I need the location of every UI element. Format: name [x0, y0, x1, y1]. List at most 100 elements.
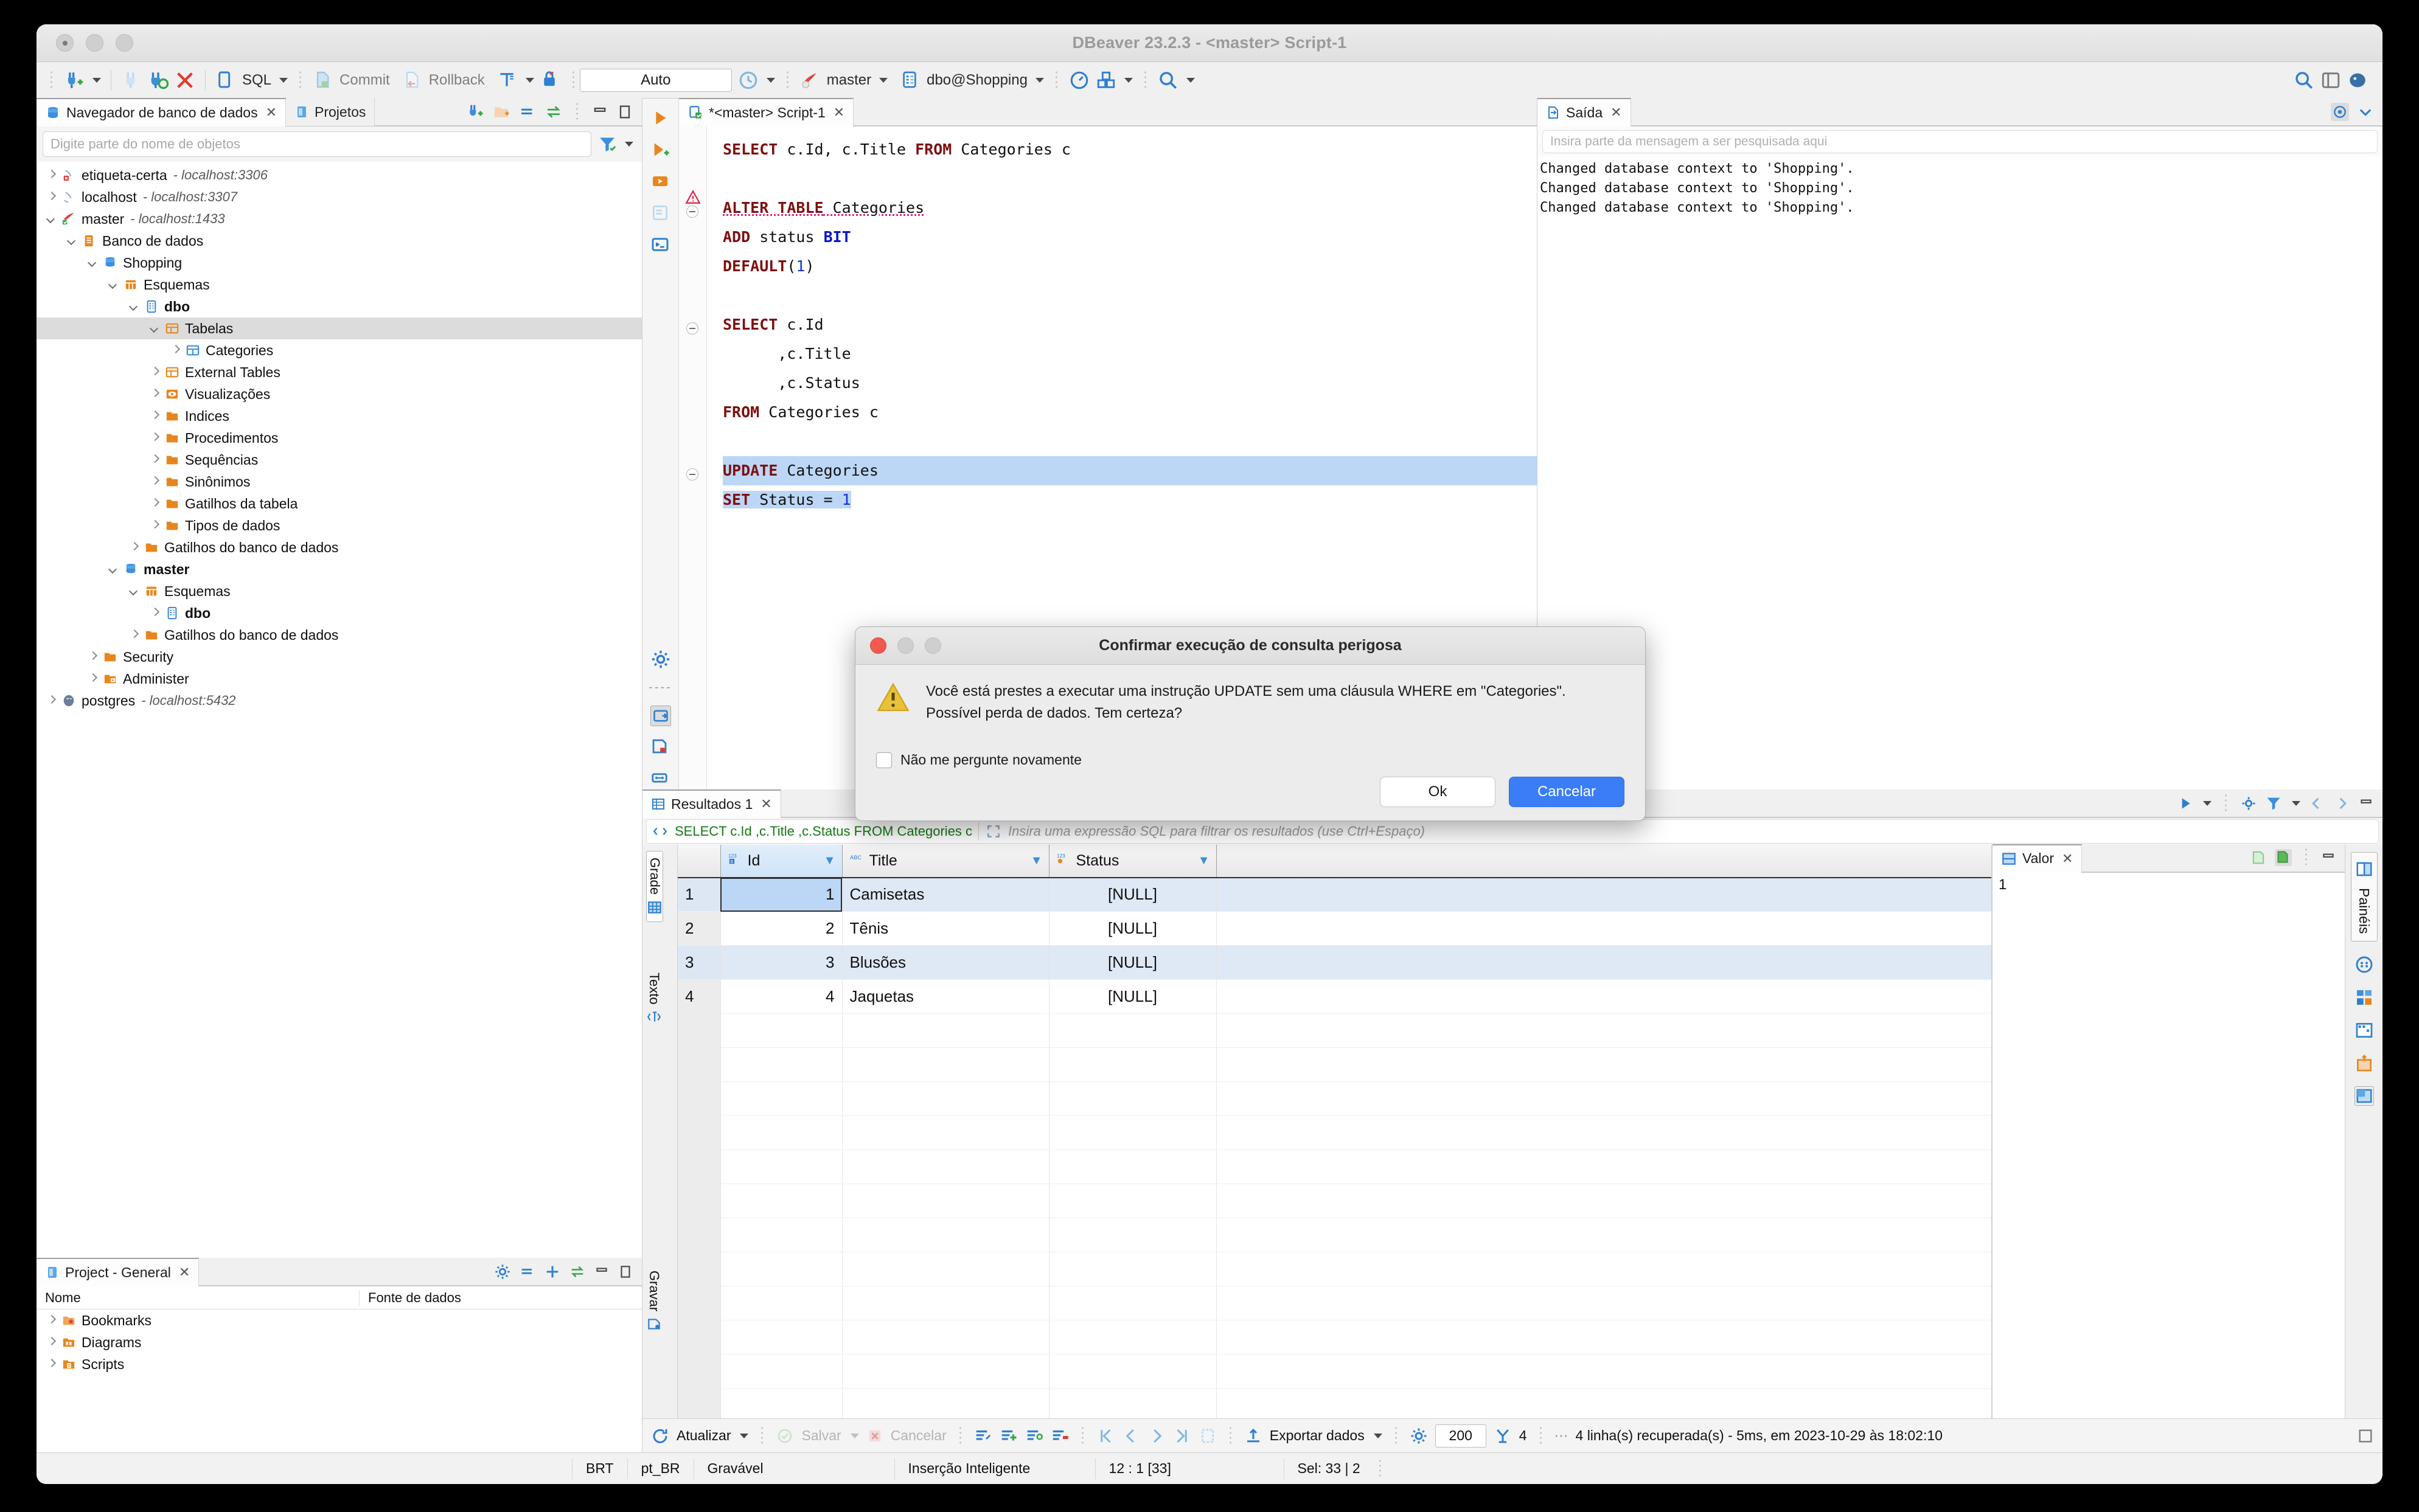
chevron-down-icon[interactable]	[86, 257, 99, 269]
close-icon[interactable]: ✕	[834, 105, 844, 120]
tree-node[interactable]: Categories	[37, 339, 642, 361]
cell-title[interactable]: Blusões	[842, 945, 1049, 980]
next-row-icon[interactable]	[1147, 1427, 1166, 1445]
tree-node[interactable]: postgres - localhost:5432	[37, 690, 642, 712]
sql-text-icon[interactable]	[652, 824, 669, 839]
tab-project-general[interactable]: Project - General ✕	[37, 1258, 200, 1286]
project-row[interactable]: Scripts	[37, 1353, 642, 1375]
cell-status[interactable]: [NULL]	[1049, 979, 1217, 1014]
project-row[interactable]: Diagrams	[37, 1331, 642, 1353]
chevron-down-icon[interactable]	[128, 300, 140, 313]
active-connection-label[interactable]: master	[827, 72, 871, 89]
new-folder-icon[interactable]	[492, 103, 510, 121]
output-visibility-icon[interactable]	[2331, 102, 2349, 121]
refresh-dropdown-icon[interactable]	[740, 1433, 749, 1438]
sql-menu-label[interactable]: SQL	[242, 72, 271, 89]
grid-column-header[interactable]: 123 9 Id ▼	[720, 844, 843, 878]
tree-node[interactable]: Security	[37, 646, 642, 668]
minimize-panel-icon[interactable]	[2320, 850, 2336, 865]
collapse-all-icon[interactable]	[519, 1263, 536, 1280]
cancel-button[interactable]: Cancelar	[1509, 777, 1624, 807]
transaction-log-icon[interactable]	[738, 70, 759, 91]
play-results-icon[interactable]	[2177, 796, 2193, 811]
code-line[interactable]: SELECT c.Id	[723, 310, 1537, 339]
minimize-panel-icon[interactable]	[2358, 796, 2374, 811]
refresh-button-label[interactable]: Atualizar	[677, 1427, 731, 1444]
chevron-right-icon[interactable]	[148, 454, 161, 466]
dbeaver-logo-icon[interactable]	[2347, 70, 2368, 91]
chevron-right-icon[interactable]	[169, 344, 181, 356]
chevron-right-icon[interactable]	[45, 695, 57, 707]
calc-panel-icon[interactable]	[2355, 988, 2374, 1007]
code-line[interactable]	[723, 281, 1537, 310]
collapse-all-icon[interactable]	[518, 103, 537, 121]
chevron-right-icon[interactable]	[148, 607, 161, 619]
code-line[interactable]: DEFAULT(1)	[723, 252, 1537, 281]
code-line[interactable]	[723, 164, 1537, 193]
chevron-right-icon[interactable]	[148, 519, 161, 532]
maximize-panel-icon[interactable]	[618, 1264, 633, 1280]
perspective-icon[interactable]	[2320, 70, 2341, 91]
connection-dropdown-icon[interactable]	[879, 77, 888, 83]
tree-node[interactable]: localhost - localhost:3307	[37, 186, 642, 208]
error-log-toggle-icon[interactable]	[650, 737, 671, 758]
refresh-icon[interactable]	[651, 1427, 669, 1445]
code-line[interactable]: FROM Categories c	[723, 398, 1537, 427]
row-number[interactable]: 4	[678, 979, 721, 1014]
fetch-settings-gear-icon[interactable]	[1410, 1427, 1428, 1445]
code-line[interactable]: ALTER TABLE Categories	[723, 193, 1537, 223]
execute-script-icon[interactable]	[650, 172, 671, 192]
close-icon[interactable]: ✕	[179, 1264, 190, 1280]
fold-marker[interactable]	[686, 468, 698, 480]
chevron-down-icon[interactable]	[66, 235, 78, 247]
table-row[interactable]: 4 4 Jaquetas [NULL]	[678, 979, 1991, 1014]
code-line[interactable]: UPDATE Categories	[723, 456, 1537, 485]
previous-row-icon[interactable]	[1122, 1427, 1140, 1445]
fold-marker[interactable]	[686, 206, 698, 218]
new-connection-small-icon[interactable]	[466, 103, 484, 121]
tree-node[interactable]: etiqueta-certa - localhost:3306	[37, 164, 642, 186]
cell-id[interactable]: 2	[720, 911, 843, 946]
dialog-checkbox-row[interactable]: Não me pergunte novamente	[855, 752, 1645, 768]
project-explorer-icon[interactable]	[1096, 70, 1116, 91]
cell-status[interactable]: [NULL]	[1049, 911, 1217, 946]
tree-node[interactable]: Gatilhos do banco de dados	[37, 536, 642, 558]
maximize-panel-icon[interactable]	[616, 103, 633, 120]
minimize-panel-icon[interactable]	[591, 103, 608, 120]
results-filter-dropdown-icon[interactable]	[2292, 800, 2300, 806]
chevron-right-icon[interactable]	[45, 1314, 57, 1326]
link-editor-icon[interactable]	[545, 103, 563, 121]
close-icon[interactable]: ✕	[266, 105, 277, 120]
duplicate-row-icon[interactable]	[1025, 1427, 1043, 1445]
fetch-all-icon[interactable]	[1199, 1427, 1217, 1445]
grid-column-header[interactable]: ABC Title ▼	[842, 844, 1049, 878]
add-record-icon[interactable]	[2355, 1053, 2374, 1073]
fold-marker[interactable]	[686, 322, 698, 335]
previous-result-icon[interactable]	[2308, 795, 2325, 812]
results-maximize-icon[interactable]	[2357, 1427, 2374, 1444]
chevron-down-icon[interactable]	[107, 279, 119, 291]
save-value-icon[interactable]	[2250, 849, 2267, 866]
dashboard-icon[interactable]	[1069, 70, 1090, 91]
transaction-mode-icon[interactable]	[497, 70, 518, 91]
chevron-right-icon[interactable]	[148, 388, 161, 400]
filter-dropdown-icon[interactable]	[625, 142, 633, 147]
next-result-icon[interactable]	[2333, 795, 2350, 812]
table-row[interactable]: 1 1 Camisetas [NULL]	[678, 877, 1991, 912]
chevron-down-icon[interactable]	[45, 213, 57, 225]
close-icon[interactable]: ✕	[761, 796, 771, 812]
chevron-right-icon[interactable]	[86, 673, 99, 685]
export-data-label[interactable]: Exportar dados	[1270, 1427, 1365, 1444]
tree-node[interactable]: dbo	[37, 296, 642, 317]
tab-gravar[interactable]: Gravar	[646, 1264, 662, 1338]
tab-script-1[interactable]: *<master> Script-1 ✕	[679, 98, 854, 127]
tree-node[interactable]: Esquemas	[37, 274, 642, 296]
project-row[interactable]: Bookmarks	[37, 1309, 642, 1331]
gear-icon[interactable]	[494, 1263, 511, 1280]
results-filter-icon[interactable]	[2265, 795, 2282, 812]
database-tree[interactable]: etiqueta-certa - localhost:3306 localhost -…	[37, 162, 642, 1258]
sql-dropdown-icon[interactable]	[279, 77, 288, 83]
tree-node[interactable]: Administer	[37, 668, 642, 690]
chevron-down-icon[interactable]	[107, 563, 119, 575]
sql-editor-icon[interactable]	[215, 70, 236, 91]
